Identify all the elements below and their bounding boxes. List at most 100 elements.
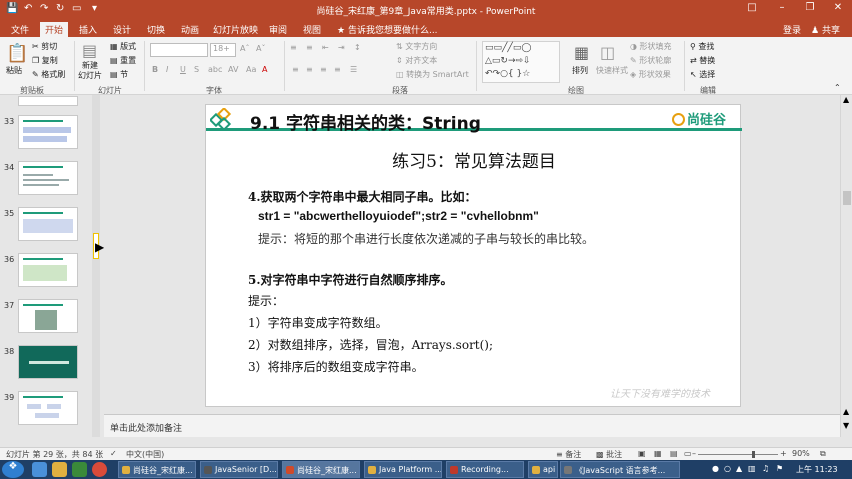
increase-indent-icon[interactable]: ⇥ [338,43,345,52]
zoom-slider-knob[interactable] [752,451,755,458]
slide-thumbnail[interactable] [18,161,78,195]
taskbar-button-active[interactable]: 尚硅谷_宋红康... [282,461,360,478]
align-left-icon[interactable]: ≡ [292,65,299,74]
quick-styles-button[interactable]: 快速样式 [596,65,628,76]
fit-to-window-icon[interactable]: ⧉ [820,449,826,459]
taskbar-button[interactable]: JavaSenior [D... [200,461,278,478]
tab-view[interactable]: 视图 [298,22,326,37]
explorer-icon[interactable] [52,462,67,477]
restore-button[interactable]: ❐ [800,2,820,13]
copy-button[interactable]: ❐ 复制 [32,55,58,66]
ribbon-display-options-icon[interactable]: □ [742,2,762,13]
align-right-icon[interactable]: ≡ [320,65,327,74]
slide-scrollbar-thumb[interactable] [843,191,851,205]
shrink-font-icon[interactable]: Aˇ [256,44,265,53]
slide-sorter-icon[interactable]: ▦ [654,449,662,458]
layout-button[interactable]: ▦ 版式 [110,41,136,52]
font-name-input[interactable] [150,43,208,57]
slide-thumbnail[interactable] [18,207,78,241]
tab-review[interactable]: 审阅 [264,22,292,37]
zoom-in-icon[interactable]: + [780,449,787,458]
network-icon[interactable]: ▥ [748,464,756,473]
media-icon[interactable] [72,462,87,477]
shapes-gallery[interactable]: ▭▭╱╱▭◯ △▭↻→⇨⇩ ↶↷○{ }☆ [482,41,560,83]
shape-outline-button[interactable]: ✎ 形状轮廓 [630,55,671,66]
slideshow-view-icon[interactable]: ▭ [684,449,692,458]
chrome-icon[interactable] [92,462,107,477]
shadow-icon[interactable]: S [194,65,199,74]
slide-thumbnail[interactable] [18,299,78,333]
tab-insert[interactable]: 插入 [74,22,102,37]
tray-icon[interactable]: ● [712,464,719,473]
slide-thumbnail[interactable] [18,115,78,149]
scroll-up-icon[interactable]: ▲ [843,95,849,104]
decrease-indent-icon[interactable]: ⇤ [322,43,329,52]
shape-fill-button[interactable]: ◑ 形状填充 [630,41,672,52]
thumbnail-scrollbar[interactable] [92,95,100,437]
tab-design[interactable]: 设计 [108,22,136,37]
tab-transitions[interactable]: 切换 [142,22,170,37]
spellcheck-icon[interactable]: ✓ [110,449,117,458]
arrange-icon[interactable]: ▦ [574,43,589,62]
sign-in-link[interactable]: 登录 [778,22,806,37]
ie-icon[interactable] [32,462,47,477]
align-center-icon[interactable]: ≡ [306,65,313,74]
font-color-icon[interactable]: A [262,65,267,74]
tray-icon[interactable]: ○ [724,464,731,473]
shape-effects-button[interactable]: ◈ 形状效果 [630,69,671,80]
reading-view-icon[interactable]: ▤ [670,449,678,458]
zoom-out-icon[interactable]: – [692,449,696,458]
slide-thumbnail[interactable] [18,253,78,287]
bullets-icon[interactable]: ≡ [290,43,297,52]
format-painter-button[interactable]: ✎ 格式刷 [32,69,65,80]
paste-icon[interactable]: 📋 [6,43,28,64]
arrange-button[interactable]: 排列 [572,65,588,76]
reset-button[interactable]: ▤ 重置 [110,55,136,66]
notes-toggle-button[interactable]: ≡ 备注 [556,449,581,460]
columns-icon[interactable]: ☰ [350,65,357,74]
find-button[interactable]: ⚲ 查找 [690,41,714,52]
replace-button[interactable]: ⇄ 替换 [690,55,715,66]
next-slide-icon[interactable]: ▼ [843,421,849,430]
tab-animations[interactable]: 动画 [176,22,204,37]
new-slide-icon[interactable]: ▤ [82,41,97,60]
prev-slide-icon[interactable]: ▲ [843,407,849,416]
quick-styles-icon[interactable]: ◫ [600,43,615,62]
underline-icon[interactable]: U [180,65,186,74]
tab-slideshow[interactable]: 幻灯片放映 [208,22,263,37]
current-slide[interactable]: 9.1 字符串相关的类：String 尚硅谷 练习5：常见算法题目 4.获取两个… [205,104,742,407]
taskbar-button[interactable]: api [528,461,558,478]
cut-button[interactable]: ✂ 剪切 [32,41,57,52]
section-button[interactable]: ▤ 节 [110,69,128,80]
strikethrough-icon[interactable]: abc [208,65,222,74]
collapse-ribbon-icon[interactable]: ⌃ [834,83,841,92]
taskbar-button[interactable]: Recording... [446,461,524,478]
zoom-level[interactable]: 90% [792,449,810,458]
tell-me-search[interactable]: ★ 告诉我您想要做什么... [332,22,443,37]
taskbar-button[interactable]: 《JavaScript 语言参考... [560,461,680,478]
tab-file[interactable]: 文件 [6,22,34,37]
justify-icon[interactable]: ≡ [334,65,341,74]
line-spacing-icon[interactable]: ↕ [354,43,361,52]
char-spacing-icon[interactable]: AV [228,65,238,74]
slide-vertical-scrollbar[interactable]: ▲ ▲ ▼ [840,95,852,437]
start-button[interactable]: ❖ [2,461,24,478]
align-text-button[interactable]: ⇕ 对齐文本 [396,55,437,66]
taskbar-button[interactable]: Java Platform ... [364,461,442,478]
slide-thumbnail[interactable] [18,345,78,379]
italic-icon[interactable]: I [166,65,168,74]
volume-icon[interactable]: ♫ [762,464,769,473]
taskbar-button[interactable]: 尚硅谷_宋红康... [118,461,196,478]
font-size-input[interactable]: 18+ [210,43,236,57]
select-button[interactable]: ↖ 选择 [690,69,715,80]
clock[interactable]: 上午 11:23 [796,464,838,475]
paste-button[interactable]: 粘贴 [6,65,22,76]
flag-icon[interactable]: ⚑ [776,464,783,473]
share-button[interactable]: ♟ 共享 [806,22,845,37]
change-case-icon[interactable]: Aa [246,65,256,74]
slide-thumbnail-partial[interactable] [18,96,78,106]
numbering-icon[interactable]: ≡ [306,43,313,52]
text-direction-button[interactable]: ⇅ 文字方向 [396,41,437,52]
new-slide-button[interactable]: 新建 幻灯片 [78,61,102,81]
slide-thumbnail[interactable] [18,391,78,425]
